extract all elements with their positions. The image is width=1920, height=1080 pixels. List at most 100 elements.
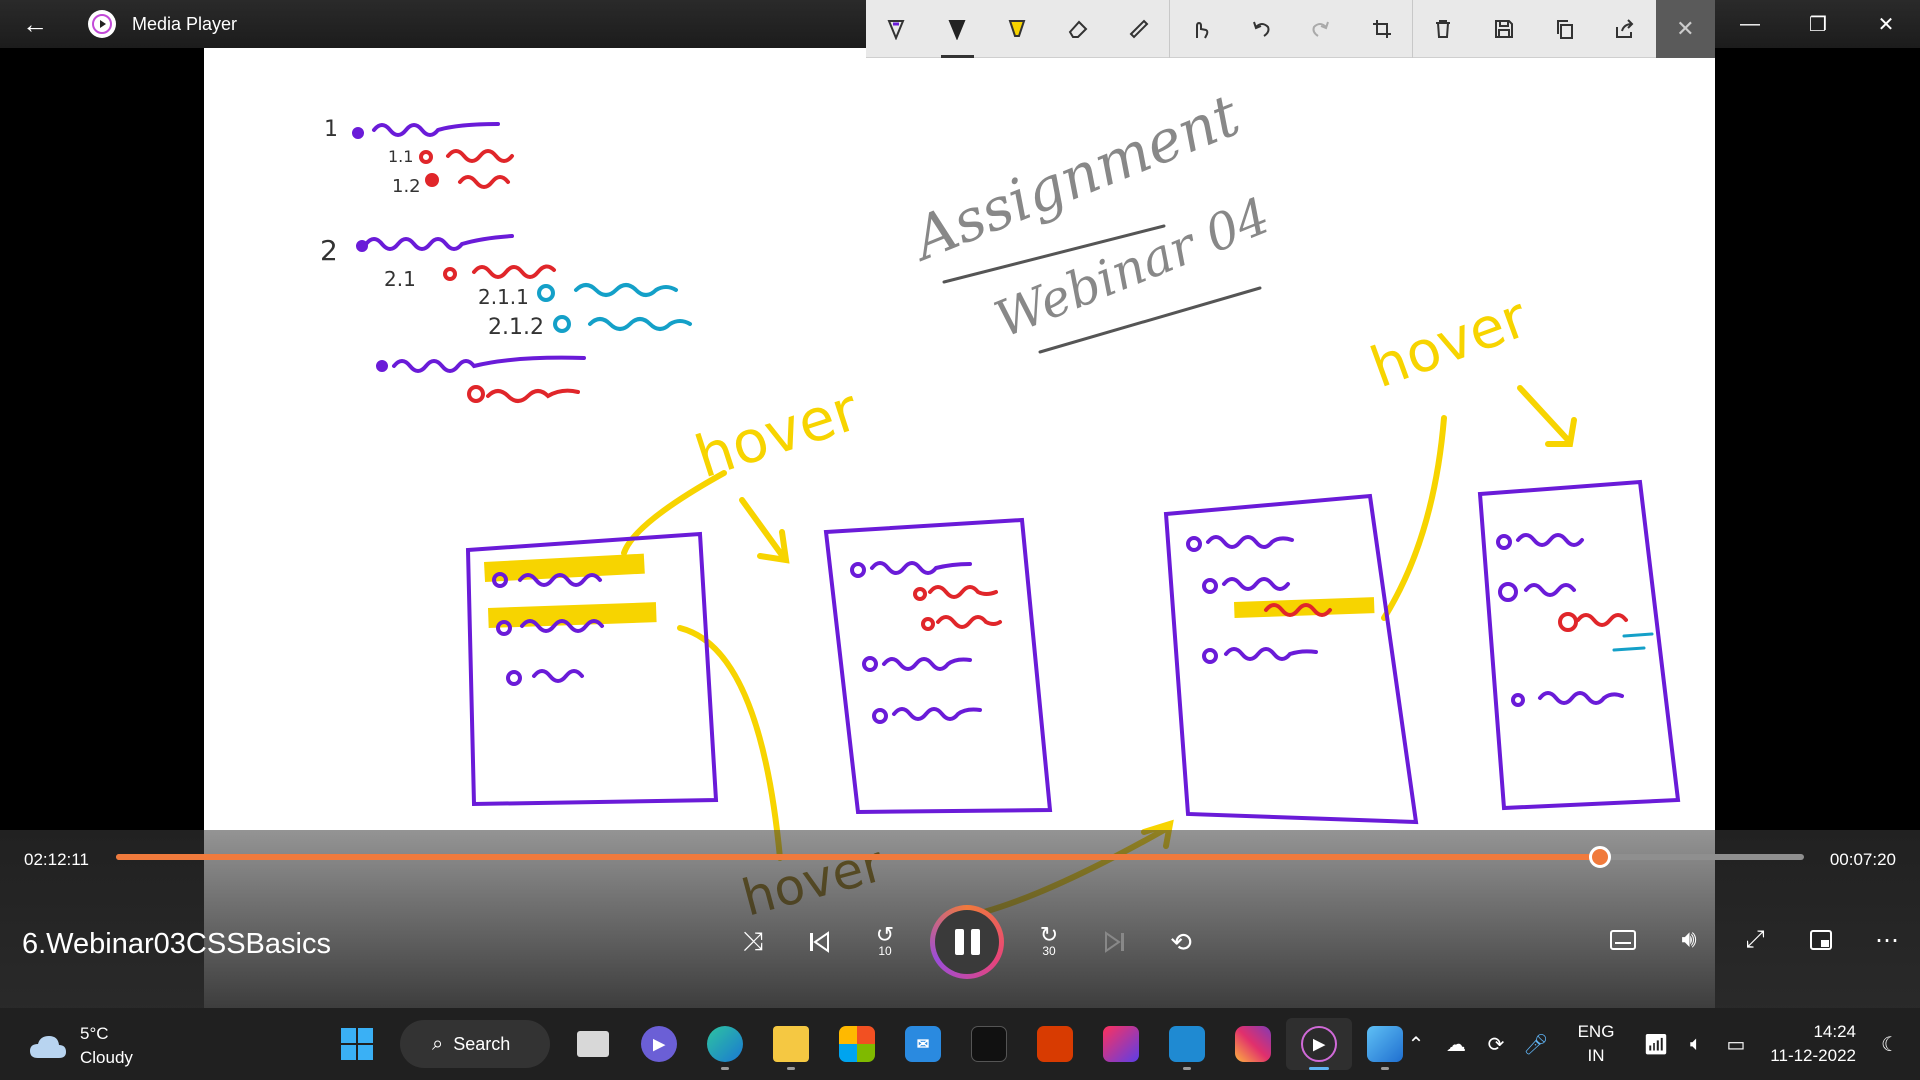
outline-number-1: 1 [324, 117, 338, 142]
skip-forward-button[interactable]: ↻ 30 [1016, 907, 1082, 977]
repeat-button[interactable]: ⟲ [1148, 907, 1214, 977]
mini-player-icon [1810, 930, 1832, 950]
wifi-button[interactable]: 📶︎ [1636, 1008, 1676, 1080]
onedrive-error-icon: ☁ [1446, 1033, 1466, 1056]
copy-icon [1556, 19, 1573, 39]
taskbar-apps: ⌕ Search ▶ ✉ ▶ [324, 1018, 1418, 1070]
microphone-button[interactable]: 🎤︎ [1516, 1008, 1556, 1080]
file-explorer-button[interactable] [758, 1018, 824, 1070]
eraser-icon [1068, 20, 1088, 38]
save-button[interactable] [1474, 0, 1535, 58]
redo-button[interactable] [1291, 0, 1352, 58]
office-icon [1037, 1026, 1073, 1062]
window-controls: — ❐ ✕ [1716, 0, 1920, 48]
delete-button[interactable] [1413, 0, 1474, 58]
notifications-button[interactable]: ☾ [1870, 1008, 1910, 1080]
crop-button[interactable] [1352, 0, 1413, 58]
pause-icon [935, 910, 999, 974]
media-player-window: 1 1.1 1.2 2 2.1 2.1.1 2.1.2 Assignment W… [0, 0, 1920, 1008]
next-button[interactable] [1082, 907, 1148, 977]
intellij-button[interactable] [1088, 1018, 1154, 1070]
transport-controls: ⤨ ↺ 10 ↻ 30 ⟲ [720, 905, 1214, 979]
highlighter-button[interactable] [987, 0, 1048, 58]
save-icon [1495, 19, 1514, 38]
edge-button[interactable] [692, 1018, 758, 1070]
mail-button[interactable]: ✉ [890, 1018, 956, 1070]
fullscreen-button[interactable]: ⤢ [1722, 905, 1788, 975]
eraser-button[interactable] [1048, 0, 1109, 58]
office-button[interactable] [1022, 1018, 1088, 1070]
start-button[interactable] [324, 1018, 390, 1070]
battery-button[interactable]: ▭ [1716, 1008, 1756, 1080]
pause-icon-bar [954, 929, 964, 955]
task-view-button[interactable] [560, 1018, 626, 1070]
touch-writing-button[interactable] [1170, 0, 1231, 58]
ink-toolbar: ✕ [866, 0, 1716, 58]
mini-player-button[interactable] [1788, 905, 1854, 975]
back-button[interactable]: ← [0, 0, 70, 48]
microsoft-store-button[interactable] [824, 1018, 890, 1070]
outline-number-2-1-1: 2.1.1 [478, 285, 529, 309]
crop-icon [1372, 19, 1391, 38]
seek-bar-thumb[interactable] [1588, 846, 1611, 868]
volume-icon: 🔊︎ [1681, 926, 1697, 953]
skip-forward-label: 30 [1042, 944, 1056, 958]
back-arrow-icon: ← [22, 8, 48, 39]
mysql-button[interactable] [956, 1018, 1022, 1070]
outline-number-2-1-2: 2.1.2 [488, 315, 544, 340]
chat-icon: ▶ [641, 1026, 677, 1062]
video-title: 6.Webinar03CSSBasics [22, 928, 331, 960]
volume-button[interactable]: 🔊︎ [1656, 905, 1722, 975]
battery-icon: ▭ [1726, 1033, 1746, 1056]
maximize-button[interactable]: ❐ [1784, 0, 1852, 48]
microphone-icon: 🎤︎ [1523, 1033, 1549, 1056]
skip-back-label: 10 [878, 944, 892, 958]
intellij-icon [1103, 1026, 1139, 1062]
pen-icon [948, 19, 966, 40]
search-icon: ⌕ [432, 1032, 444, 1055]
sync-button[interactable]: ⟳ [1476, 1008, 1516, 1080]
show-hidden-icons-button[interactable]: ⌃ [1396, 1008, 1436, 1080]
instagram-button[interactable] [1220, 1018, 1286, 1070]
restore-icon: ❐ [1809, 13, 1827, 36]
speaker-button[interactable]: 🔈︎ [1676, 1008, 1716, 1080]
media-player-taskbar-button[interactable]: ▶ [1286, 1018, 1352, 1070]
delete-icon [1436, 19, 1451, 38]
current-time: 02:12:11 [24, 850, 89, 869]
onedrive-button[interactable]: ☁ [1436, 1008, 1476, 1080]
minimize-button[interactable]: — [1716, 0, 1784, 48]
weather-widget[interactable]: 5°C Cloudy [28, 1022, 133, 1070]
outline-number-1-1: 1.1 [388, 147, 413, 166]
pen-button[interactable] [927, 0, 988, 58]
close-ink-toolbar-button[interactable]: ✕ [1655, 0, 1716, 58]
windows-logo-icon [341, 1028, 373, 1060]
clock-time: 14:24 [1813, 1022, 1856, 1041]
next-icon [1105, 931, 1124, 953]
seek-bar[interactable] [116, 846, 1804, 868]
taskbar-search[interactable]: ⌕ Search [400, 1020, 550, 1068]
skip-back-button[interactable]: ↺ 10 [852, 907, 918, 977]
cloud-icon [30, 1036, 66, 1058]
captions-button[interactable] [1590, 905, 1656, 975]
pause-button[interactable] [930, 905, 1004, 979]
captions-icon [1610, 930, 1636, 950]
close-window-button[interactable]: ✕ [1852, 0, 1920, 48]
undo-button[interactable] [1230, 0, 1291, 58]
wifi-icon: 📶︎ [1643, 1033, 1669, 1056]
folder-icon [773, 1026, 809, 1062]
vscode-button[interactable] [1154, 1018, 1220, 1070]
speaker-icon: 🔈︎ [1690, 1032, 1702, 1055]
ruler-button[interactable] [1108, 0, 1169, 58]
clock[interactable]: 14:24 11-12-2022 [1756, 1020, 1856, 1068]
input-language-button[interactable]: ENG IN [1556, 1020, 1636, 1068]
copy-button[interactable] [1534, 0, 1595, 58]
ruler-icon [1129, 19, 1149, 38]
share-button[interactable] [1595, 0, 1656, 58]
ballpoint-pen-button[interactable] [866, 0, 927, 58]
secondary-controls: 🔊︎ ⤢ ⋯ [1590, 905, 1920, 975]
mysql-icon [971, 1026, 1007, 1062]
more-options-button[interactable]: ⋯ [1854, 905, 1920, 975]
shuffle-button[interactable]: ⤨ [720, 907, 786, 977]
teams-chat-button[interactable]: ▶ [626, 1018, 692, 1070]
previous-button[interactable] [786, 907, 852, 977]
